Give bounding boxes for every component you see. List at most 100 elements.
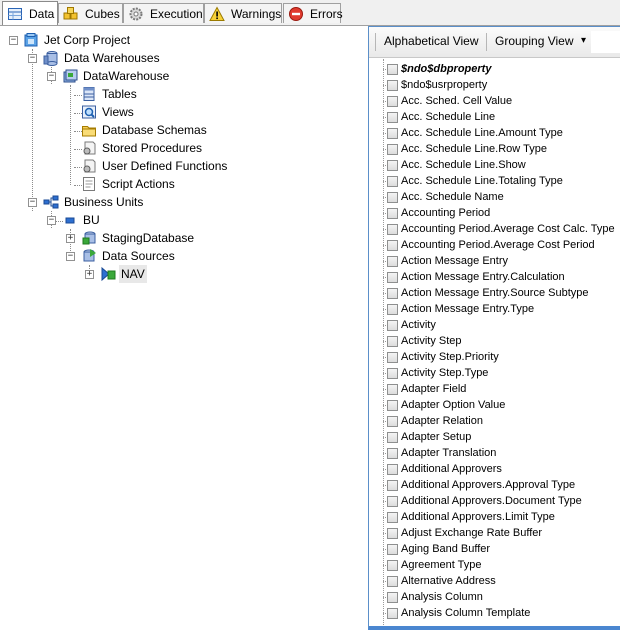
list-item[interactable]: Analysis Column Template	[387, 605, 530, 621]
list-item[interactable]: Activity Step	[387, 333, 462, 349]
item-checkbox[interactable]	[387, 95, 398, 107]
tree-node-data-warehouses[interactable]: Data Warehouses	[43, 49, 162, 67]
list-item[interactable]: Accounting Period	[387, 205, 490, 221]
item-checkbox[interactable]	[387, 367, 398, 379]
item-checkbox[interactable]	[387, 63, 398, 75]
item-checkbox[interactable]	[387, 383, 398, 395]
expand-icon[interactable]: +	[66, 234, 75, 243]
list-item[interactable]: Analysis Column	[387, 589, 483, 605]
expand-icon[interactable]: +	[85, 270, 94, 279]
item-checkbox[interactable]	[387, 271, 398, 283]
collapse-icon[interactable]: −	[47, 72, 56, 81]
list-item[interactable]: $ndo$dbproperty	[387, 61, 491, 77]
list-item[interactable]: Adapter Option Value	[387, 397, 505, 413]
item-checkbox[interactable]	[387, 415, 398, 427]
alphabetical-view-button[interactable]: Alphabetical View	[384, 34, 479, 48]
item-checkbox[interactable]	[387, 319, 398, 331]
tree-node-user-defined-functions[interactable]: User Defined Functions	[81, 157, 229, 175]
item-checkbox[interactable]	[387, 239, 398, 251]
tree-node-stored-procedures[interactable]: Stored Procedures	[81, 139, 204, 157]
tree-node-root[interactable]: Jet Corp Project	[23, 31, 132, 49]
item-checkbox[interactable]	[387, 207, 398, 219]
item-checkbox[interactable]	[387, 463, 398, 475]
list-item[interactable]: Adapter Setup	[387, 429, 471, 445]
item-checkbox[interactable]	[387, 159, 398, 171]
list-item[interactable]: Acc. Schedule Line.Amount Type	[387, 125, 563, 141]
tab-errors[interactable]: Errors	[283, 3, 343, 23]
tab-warnings[interactable]: Warnings	[204, 3, 282, 23]
item-checkbox[interactable]	[387, 495, 398, 507]
list-item[interactable]: Adapter Field	[387, 381, 466, 397]
item-checkbox[interactable]	[387, 607, 398, 619]
tree-node-tables[interactable]: Tables	[81, 85, 139, 103]
item-checkbox[interactable]	[387, 143, 398, 155]
list-item[interactable]: Acc. Schedule Line.Show	[387, 157, 526, 173]
tree-node-views[interactable]: Views	[81, 103, 136, 121]
item-checkbox[interactable]	[387, 303, 398, 315]
item-checkbox[interactable]	[387, 399, 398, 411]
item-checkbox[interactable]	[387, 543, 398, 555]
list-item[interactable]: Action Message Entry	[387, 253, 508, 269]
item-checkbox[interactable]	[387, 223, 398, 235]
item-checkbox[interactable]	[387, 527, 398, 539]
tab-data[interactable]: Data	[2, 1, 58, 25]
list-item[interactable]: Activity	[387, 317, 436, 333]
item-checkbox[interactable]	[387, 559, 398, 571]
list-item[interactable]: Adjust Exchange Rate Buffer	[387, 525, 542, 541]
item-checkbox[interactable]	[387, 447, 398, 459]
list-item[interactable]: Additional Approvers.Approval Type	[387, 477, 575, 493]
item-checkbox[interactable]	[387, 351, 398, 363]
item-checkbox[interactable]	[387, 335, 398, 347]
object-checklist[interactable]: $ndo$dbproperty $ndo$usrproperty Acc. Sche…	[369, 59, 620, 625]
list-item[interactable]: Acc. Schedule Name	[387, 189, 504, 205]
tree-node-data-sources[interactable]: Data Sources	[81, 247, 177, 265]
item-checkbox[interactable]	[387, 191, 398, 203]
list-item[interactable]: Additional Approvers.Document Type	[387, 493, 582, 509]
collapse-icon[interactable]: −	[47, 216, 56, 225]
item-checkbox[interactable]	[387, 79, 398, 91]
list-item[interactable]: Activity Step.Type	[387, 365, 488, 381]
grouping-view-button[interactable]: Grouping View	[495, 34, 574, 48]
item-checkbox[interactable]	[387, 287, 398, 299]
item-checkbox[interactable]	[387, 127, 398, 139]
tree-node-nav[interactable]: NAV	[100, 265, 147, 283]
collapse-icon[interactable]: −	[9, 36, 18, 45]
item-checkbox[interactable]	[387, 511, 398, 523]
list-item[interactable]: Alternative Address	[387, 573, 496, 589]
tree-node-script-actions[interactable]: Script Actions	[81, 175, 177, 193]
item-checkbox[interactable]	[387, 431, 398, 443]
list-item[interactable]: Agreement Type	[387, 557, 482, 573]
list-item[interactable]: Additional Approvers	[387, 461, 502, 477]
list-item[interactable]: Action Message Entry.Calculation	[387, 269, 565, 285]
tab-execution[interactable]: Execution	[123, 3, 204, 23]
list-item[interactable]: Accounting Period.Average Cost Period	[387, 237, 595, 253]
item-checkbox[interactable]	[387, 175, 398, 187]
tree-node-datawarehouse[interactable]: DataWarehouse	[62, 67, 171, 85]
collapse-icon[interactable]: −	[28, 54, 37, 63]
item-checkbox[interactable]	[387, 575, 398, 587]
list-item[interactable]: Action Message Entry.Type	[387, 301, 534, 317]
list-item[interactable]: Adapter Relation	[387, 413, 483, 429]
item-checkbox[interactable]	[387, 591, 398, 603]
tree-node-staging-database[interactable]: StagingDatabase	[81, 229, 196, 247]
list-item[interactable]: $ndo$usrproperty	[387, 77, 487, 93]
list-item[interactable]: Action Message Entry.Source Subtype	[387, 285, 589, 301]
item-checkbox[interactable]	[387, 479, 398, 491]
chevron-down-icon[interactable]: ▾	[581, 35, 586, 46]
list-item[interactable]: Additional Approvers.Limit Type	[387, 509, 555, 525]
tree-node-business-units[interactable]: Business Units	[43, 193, 145, 211]
project-tree[interactable]: − Jet Corp Project − Data Warehouses − D…	[0, 26, 366, 630]
list-item[interactable]: Aging Band Buffer	[387, 541, 490, 557]
item-checkbox[interactable]	[387, 255, 398, 267]
item-checkbox[interactable]	[387, 111, 398, 123]
tree-node-database-schemas[interactable]: Database Schemas	[81, 121, 209, 139]
list-item[interactable]: Acc. Sched. Cell Value	[387, 93, 512, 109]
collapse-icon[interactable]: −	[28, 198, 37, 207]
list-item[interactable]: Acc. Schedule Line.Totaling Type	[387, 173, 563, 189]
list-item[interactable]: Activity Step.Priority	[387, 349, 499, 365]
list-item[interactable]: Adapter Translation	[387, 445, 496, 461]
list-item[interactable]: Acc. Schedule Line	[387, 109, 495, 125]
list-item[interactable]: Acc. Schedule Line.Row Type	[387, 141, 547, 157]
tree-node-bu[interactable]: BU	[62, 211, 102, 229]
list-item[interactable]: Accounting Period.Average Cost Calc. Typ…	[387, 221, 615, 237]
